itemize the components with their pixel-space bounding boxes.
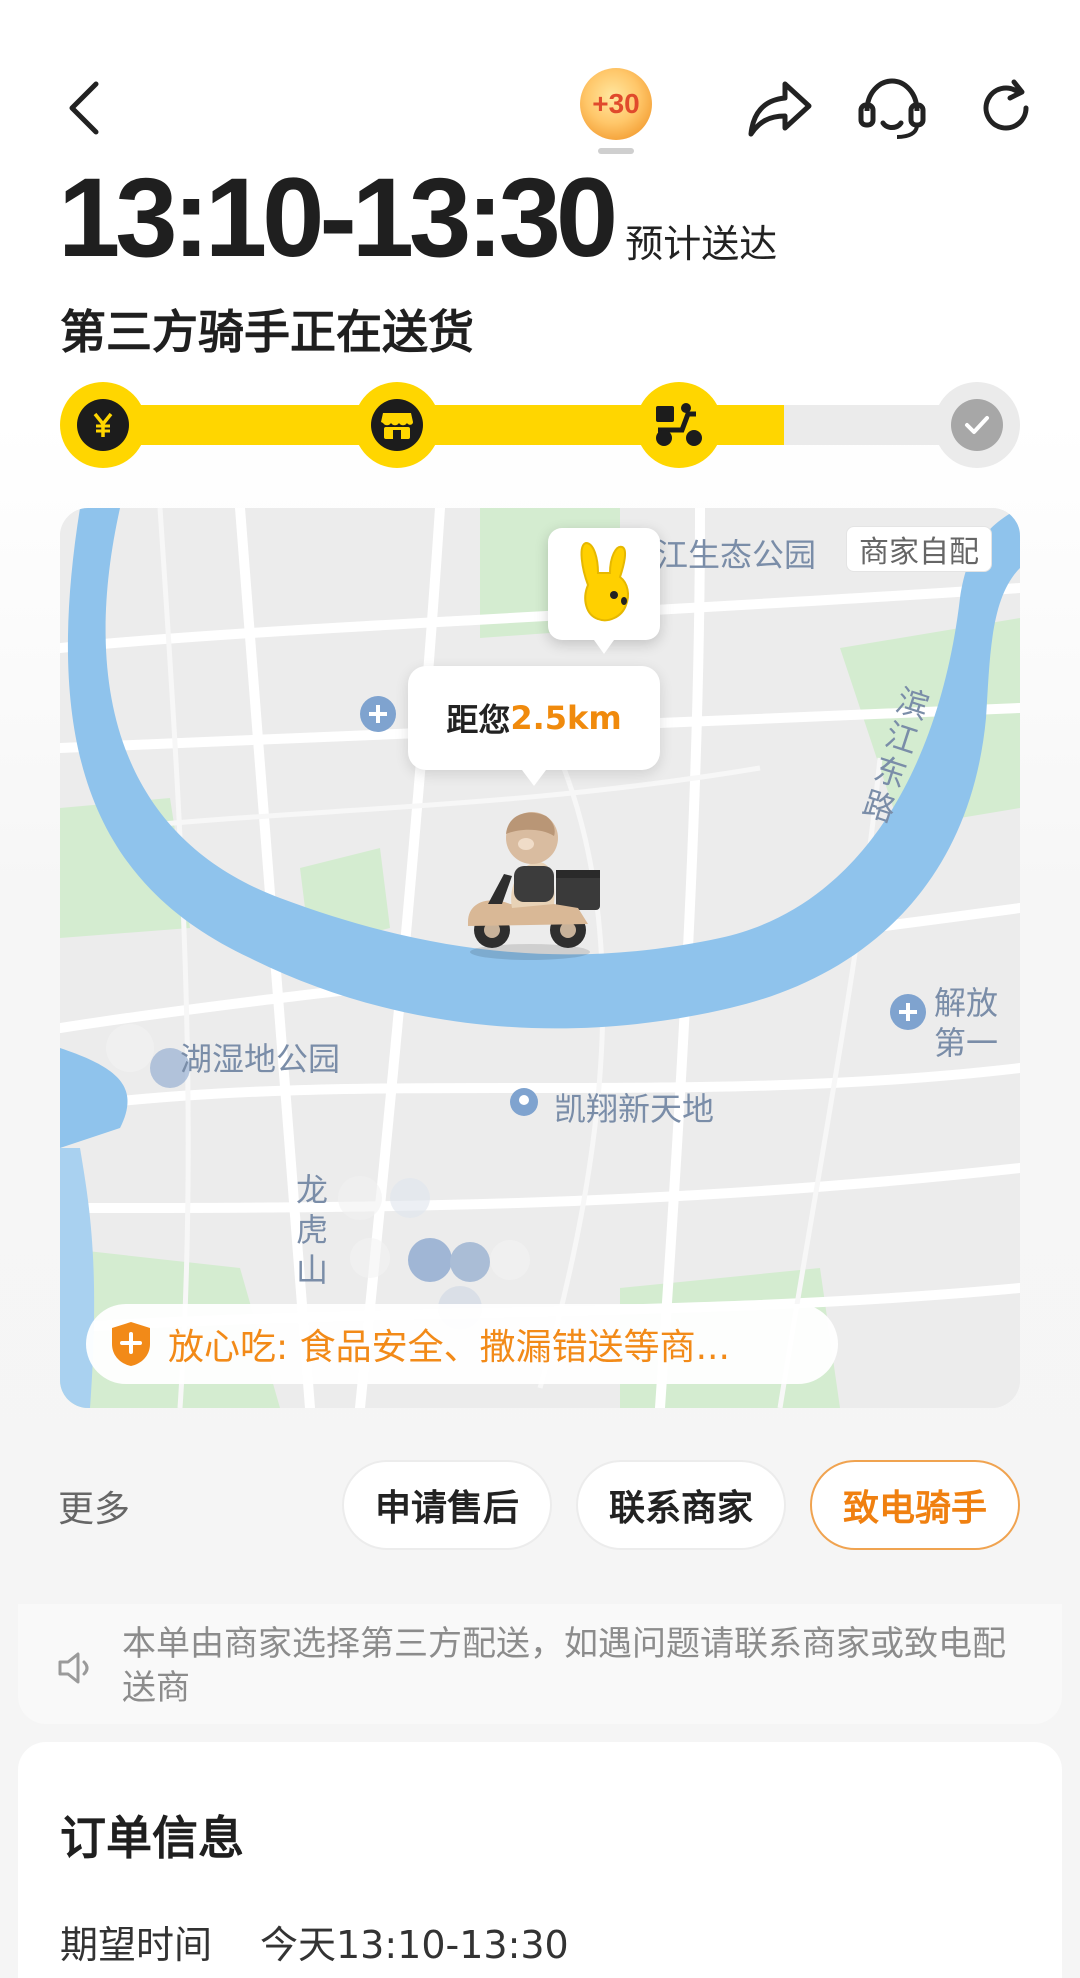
merchant-delivery-tag: 商家自配 bbox=[846, 526, 992, 572]
scooter-icon bbox=[656, 403, 702, 446]
rider-marker[interactable] bbox=[458, 804, 608, 964]
back-button[interactable] bbox=[52, 72, 116, 144]
order-info-card: 订单信息 期望时间 今天13:10-13:30 bbox=[18, 1742, 1062, 1978]
distance-value: 2.5km bbox=[510, 699, 622, 737]
check-icon bbox=[965, 416, 989, 434]
distance-prefix: 距您 bbox=[446, 701, 511, 739]
step-delivering bbox=[636, 382, 722, 468]
speaker-icon bbox=[58, 1652, 89, 1684]
map-label-park: 江生态公园 bbox=[656, 536, 817, 574]
notice-text: 本单由商家选择第三方配送，如遇问题请联系商家或致电配送商 bbox=[122, 1624, 1006, 1708]
after-sale-button[interactable]: 申请售后 bbox=[342, 1460, 552, 1550]
customer-service-button[interactable] bbox=[852, 68, 932, 148]
mascot-icon bbox=[580, 541, 629, 622]
step-delivered bbox=[934, 382, 1020, 468]
distance-bubble: 距您 2.5km bbox=[408, 666, 660, 786]
share-icon bbox=[748, 81, 812, 137]
headset-icon bbox=[858, 78, 926, 139]
store-icon bbox=[381, 413, 413, 439]
map-label-mall: 凯翔新天地 bbox=[554, 1090, 715, 1128]
coin-badge-text: +30 bbox=[580, 68, 652, 140]
contact-merchant-button[interactable]: 联系商家 bbox=[576, 1460, 786, 1550]
map-label-road-left: 龙虎山 bbox=[296, 1171, 329, 1289]
shop-marker[interactable] bbox=[548, 528, 660, 654]
safety-text: 放心吃: 食品安全、撒漏错送等商... bbox=[168, 1327, 730, 1368]
delivery-map[interactable]: 江生态公园 滨江东路 解放 第一 湖湿地公园 凯翔新天地 龙虎山 商家自配 距您… bbox=[60, 508, 1020, 1408]
expected-time-value: 今天13:10-13:30 bbox=[260, 1923, 569, 1967]
step-paid bbox=[60, 382, 146, 468]
delivery-notice: 本单由商家选择第三方配送，如遇问题请联系商家或致电配送商 bbox=[18, 1604, 1062, 1724]
refresh-button[interactable] bbox=[968, 68, 1044, 148]
share-button[interactable] bbox=[740, 68, 820, 148]
delivery-progress bbox=[60, 380, 1020, 468]
chevron-left-icon bbox=[69, 81, 99, 135]
eta-time: 13:10-13:30 bbox=[58, 155, 618, 280]
more-button[interactable]: 更多 bbox=[58, 1480, 130, 1532]
coin-reward-badge[interactable]: +30 bbox=[576, 64, 656, 144]
expected-time-label: 期望时间 bbox=[60, 1923, 213, 1967]
food-safety-banner[interactable]: 放心吃: 食品安全、撒漏错送等商... bbox=[86, 1304, 838, 1384]
order-info-title: 订单信息 bbox=[60, 1811, 244, 1865]
shield-icon bbox=[112, 1322, 150, 1366]
coin-indicator bbox=[598, 148, 634, 154]
refresh-icon bbox=[983, 79, 1029, 131]
yen-icon bbox=[93, 412, 113, 437]
call-rider-button[interactable]: 致电骑手 bbox=[810, 1460, 1020, 1550]
eta-label: 预计送达 bbox=[625, 222, 778, 266]
eta-block: 13:10-13:30 预计送达 bbox=[58, 155, 778, 280]
map-label-wetland: 湖湿地公园 bbox=[180, 1040, 341, 1078]
map-label-right-2: 第一 bbox=[934, 1024, 999, 1062]
step-merchant bbox=[354, 382, 440, 468]
delivery-status: 第三方骑手正在送货 bbox=[60, 305, 474, 359]
action-row: 更多 申请售后 联系商家 致电骑手 bbox=[0, 1450, 1080, 1560]
